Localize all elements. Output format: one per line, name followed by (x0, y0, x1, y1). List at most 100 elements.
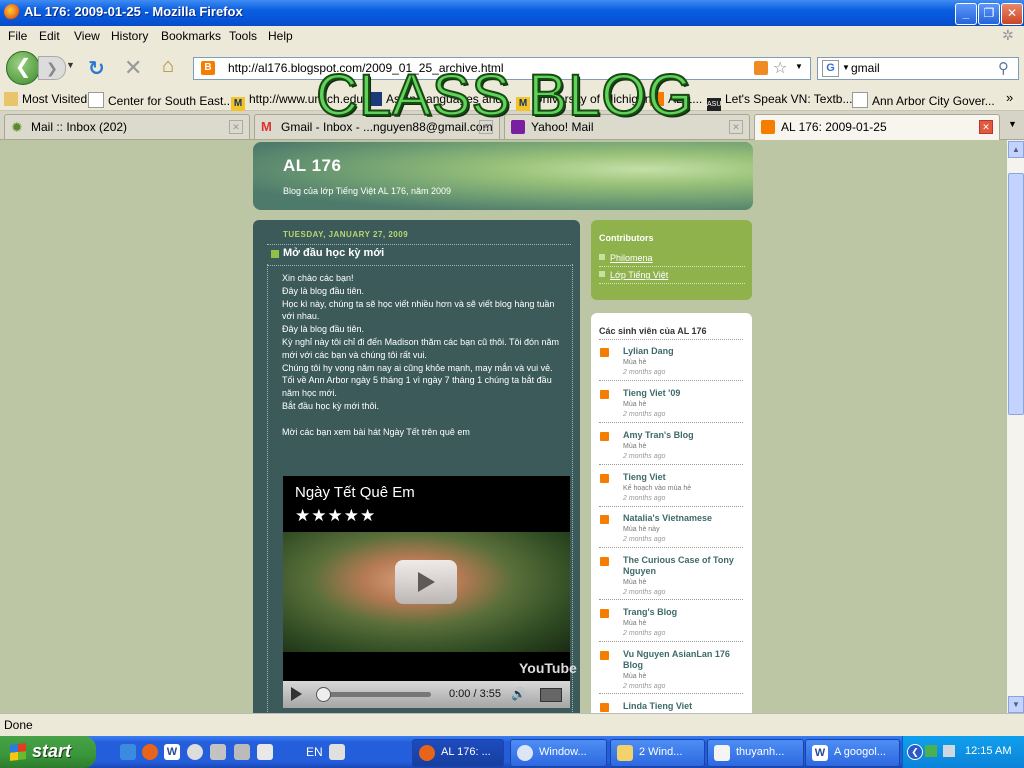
student-blog-post[interactable]: Mùa hè (623, 359, 646, 366)
post-title[interactable]: Mở đầu học kỳ mới (283, 247, 384, 259)
student-blog-post[interactable]: Mùa hè (623, 443, 646, 450)
network-icon[interactable] (925, 745, 937, 757)
media-player-icon[interactable] (187, 744, 203, 760)
student-blog-name[interactable]: Lylian Dang (623, 346, 743, 357)
word-icon[interactable]: W (164, 744, 180, 760)
student-blog-item[interactable]: Trang's Blog Mùa hè 2 months ago (599, 607, 743, 642)
clock[interactable]: 12:15 AM (965, 745, 1011, 757)
seek-bar[interactable] (319, 692, 431, 697)
keyboard-icon[interactable] (329, 744, 345, 760)
student-blog-post[interactable]: Mùa hè (623, 401, 646, 408)
history-dropdown-icon[interactable]: ▼ (66, 60, 75, 70)
scroll-thumb[interactable] (1008, 173, 1024, 415)
search-icon[interactable]: ⚲ (998, 59, 1009, 77)
student-blog-post[interactable]: Mùa hè (623, 620, 646, 627)
close-button[interactable]: ✕ (1001, 3, 1023, 25)
start-label: start (32, 741, 72, 761)
student-blog-item[interactable]: Natalia's Vietnamese Mùa hè này 2 months… (599, 513, 743, 548)
app-icon[interactable] (257, 744, 273, 760)
bookmark-ann-arbor[interactable]: Ann Arbor City Gover... (852, 92, 995, 108)
bookmark-center-se[interactable]: Center for South East... (88, 92, 233, 108)
bookmark-lets-speak-vn[interactable]: ASU Let's Speak VN: Textb... (707, 92, 852, 112)
firefox-quicklaunch-icon[interactable] (142, 744, 158, 760)
student-blog-item[interactable]: Tieng Viet Kế hoạch vào mùa hè 2 months … (599, 472, 743, 507)
url-dropdown-icon[interactable]: ▼ (795, 62, 803, 71)
tray-expand-icon[interactable]: ❮ (907, 744, 923, 760)
blog-title[interactable]: AL 176 (283, 156, 341, 176)
minimize-button[interactable]: _ (955, 3, 977, 25)
taskbar-item-2-windows[interactable]: 2 Wind... (610, 739, 705, 767)
student-blog-item[interactable]: Amy Tran's Blog Mùa hè 2 months ago (599, 430, 743, 465)
back-button[interactable]: ❮ (6, 51, 40, 85)
student-blog-name[interactable]: Natalia's Vietnamese (623, 513, 743, 524)
student-blog-item[interactable]: Linda Tieng Viet (599, 701, 743, 713)
ie-icon[interactable] (120, 744, 136, 760)
menu-file[interactable]: File (8, 29, 27, 43)
fullscreen-button[interactable] (540, 688, 562, 702)
student-blog-name[interactable]: Tieng Viet (623, 472, 743, 483)
student-blog-post[interactable]: Mùa hè này (623, 526, 660, 533)
close-tab-icon[interactable]: ✕ (229, 120, 243, 134)
reload-button[interactable]: ↻ (88, 56, 105, 81)
seek-handle[interactable] (316, 687, 331, 702)
tab-mail-inbox[interactable]: ✹ Mail :: Inbox (202) ✕ (4, 114, 250, 139)
vertical-scrollbar[interactable]: ▲ ▼ (1007, 140, 1024, 713)
student-blog-item[interactable]: Tieng Viet '09 Mùa hè 2 months ago (599, 388, 743, 423)
menu-edit[interactable]: Edit (39, 29, 60, 43)
taskbar-item-googol[interactable]: W A googol... (805, 739, 900, 767)
menu-tools[interactable]: Tools (229, 29, 257, 43)
maximize-button[interactable]: ❐ (978, 3, 1000, 25)
scroll-up-icon[interactable]: ▲ (1008, 141, 1024, 158)
student-blog-post[interactable]: Mùa hè (623, 579, 646, 586)
youtube-logo[interactable]: YouTube (519, 660, 577, 676)
student-blog-name[interactable]: Vu Nguyen AsianLan 176 Blog (623, 649, 743, 671)
student-blog-name[interactable]: Amy Tran's Blog (623, 430, 743, 441)
menu-bookmarks[interactable]: Bookmarks (161, 29, 221, 43)
forward-button[interactable]: ❯ (38, 56, 66, 80)
bookmarks-overflow-icon[interactable]: » (1006, 90, 1013, 105)
menu-view[interactable]: View (74, 29, 100, 43)
menu-help[interactable]: Help (268, 29, 293, 43)
student-blog-post[interactable]: Mùa hè (623, 673, 646, 680)
close-tab-icon[interactable]: ✕ (729, 120, 743, 134)
close-tab-icon[interactable]: ✕ (979, 120, 993, 134)
stop-button[interactable]: ✕ (124, 55, 142, 81)
video-title[interactable]: Ngày Tết Quê Em (295, 484, 415, 501)
home-button[interactable]: ⌂ (162, 55, 174, 78)
student-blog-item[interactable]: Lylian Dang Mùa hè 2 months ago (599, 346, 743, 381)
start-button[interactable]: start (0, 736, 96, 768)
youtube-video-player[interactable]: Ngày Tết Quê Em ★★★★★ YouTube 0:00 / 3:5… (283, 476, 577, 708)
tab-list-dropdown-icon[interactable]: ▼ (1008, 119, 1017, 129)
contributor-link[interactable]: Philomena (599, 253, 745, 267)
student-blog-name[interactable]: Linda Tieng Viet (623, 701, 743, 712)
app-icon[interactable] (234, 744, 250, 760)
monitor-icon[interactable] (943, 745, 955, 757)
taskbar-item-firefox[interactable]: AL 176: ... (412, 739, 504, 767)
student-blog-name[interactable]: Tieng Viet '09 (623, 388, 743, 399)
student-blog-name[interactable]: Trang's Blog (623, 607, 743, 618)
student-blog-post[interactable]: Kế hoạch vào mùa hè (623, 485, 691, 492)
taskbar-item-windows[interactable]: Window... (510, 739, 607, 767)
contributor-link[interactable]: Lớp Tiếng Việt (599, 270, 745, 284)
bookmark-star-icon[interactable]: ☆ (773, 58, 787, 78)
google-engine-icon[interactable]: G (822, 60, 839, 77)
menu-history[interactable]: History (111, 29, 148, 43)
student-blog-item[interactable]: Vu Nguyen AsianLan 176 Blog Mùa hè 2 mon… (599, 649, 743, 694)
contributor-name[interactable]: Lớp Tiếng Việt (610, 270, 668, 280)
app-icon[interactable] (210, 744, 226, 760)
bookmark-most-visited[interactable]: Most Visited (4, 92, 87, 106)
rss-feed-icon[interactable] (754, 61, 768, 75)
engine-dropdown-icon[interactable]: ▼ (842, 63, 850, 72)
scroll-down-icon[interactable]: ▼ (1008, 696, 1024, 713)
taskbar-item-thuyanh[interactable]: thuyanh... (707, 739, 804, 767)
contributor-name[interactable]: Philomena (610, 253, 653, 263)
search-box[interactable]: G ▼ gmail ⚲ (817, 57, 1019, 80)
play-button[interactable] (291, 687, 302, 701)
tab-al176[interactable]: AL 176: 2009-01-25 ✕ (754, 114, 1000, 140)
search-input[interactable]: gmail (851, 61, 880, 75)
volume-icon[interactable]: 🔊 (511, 687, 526, 701)
student-blog-item[interactable]: The Curious Case of Tony Nguyen Mùa hè 2… (599, 555, 743, 600)
student-blog-name[interactable]: The Curious Case of Tony Nguyen (623, 555, 743, 577)
play-overlay-button[interactable] (395, 560, 457, 604)
language-indicator[interactable]: EN (306, 745, 323, 759)
